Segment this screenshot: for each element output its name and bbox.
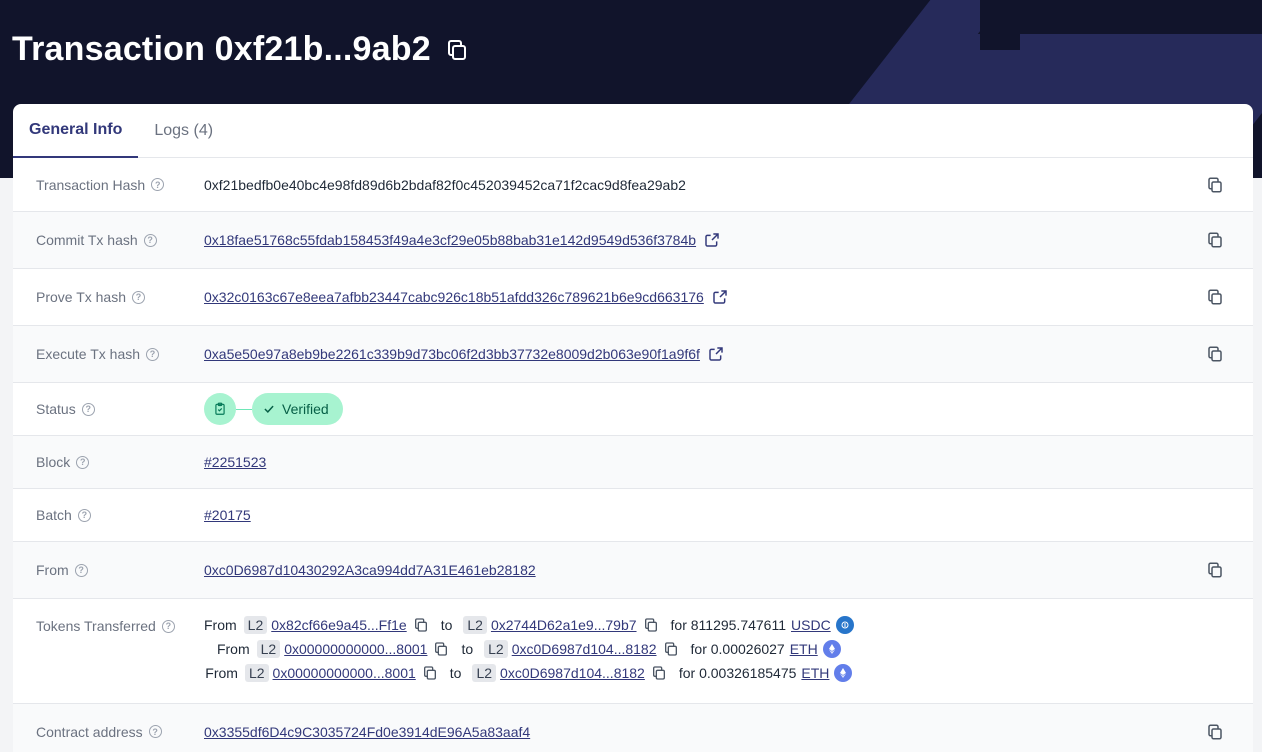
status-badge: Verified <box>252 393 343 425</box>
network-badge: L2 <box>463 616 487 634</box>
tab-general-info[interactable]: General Info <box>13 104 139 158</box>
row-transaction-hash: Transaction Hash ? 0xf21bedfb0e40bc4e98f… <box>13 158 1253 212</box>
status-badge-text: Verified <box>282 401 329 417</box>
to-word: to <box>440 617 453 633</box>
help-circle-icon[interactable]: ? <box>143 233 157 247</box>
block-link[interactable]: #2251523 <box>204 454 266 470</box>
batch-link[interactable]: #20175 <box>204 507 251 523</box>
copy-icon[interactable] <box>445 38 469 62</box>
label-status: Status <box>36 401 76 417</box>
label-from: From <box>36 562 69 578</box>
network-badge: L2 <box>484 640 508 658</box>
network-badge: L2 <box>243 616 268 634</box>
execute-tx-hash-link[interactable]: 0xa5e50e97a8eb9be2261c339b9d73bc06f2d3bb… <box>204 346 700 362</box>
transfer-amount: for 0.00026027 <box>690 641 785 657</box>
row-prove-tx-hash: Prove Tx hash ? 0x32c0163c67e8eea7afbb23… <box>13 269 1253 326</box>
copy-icon[interactable] <box>433 641 449 657</box>
help-circle-icon[interactable]: ? <box>151 178 165 191</box>
tab-bar: General Info Logs (4) <box>13 104 1253 158</box>
copy-icon[interactable] <box>651 665 667 681</box>
network-badge: L2 <box>472 664 497 682</box>
contract-address-link[interactable]: 0x3355df6D4c9C3035724Fd0e3914dE96A5a83aa… <box>204 724 530 740</box>
help-circle-icon[interactable]: ? <box>146 347 160 361</box>
transfer-to-link[interactable]: 0xc0D6987d104...8182 <box>500 665 645 681</box>
clipboard-check-icon <box>204 393 236 425</box>
transaction-card: General Info Logs (4) Transaction Hash ?… <box>13 104 1253 752</box>
transfer-amount: for 811295.747611 <box>670 617 787 633</box>
copy-icon[interactable] <box>1206 176 1224 194</box>
from-word: From <box>204 617 237 633</box>
help-circle-icon[interactable]: ? <box>74 563 88 577</box>
help-circle-icon[interactable]: ? <box>81 402 95 416</box>
row-contract-address: Contract address ? 0x3355df6D4c9C3035724… <box>13 704 1253 752</box>
header-decoration <box>980 0 1020 50</box>
help-circle-icon[interactable]: ? <box>161 619 175 633</box>
to-word: to <box>449 665 462 681</box>
eth-icon <box>834 664 853 682</box>
label-contract-address: Contract address <box>36 723 143 740</box>
external-link-icon[interactable] <box>704 232 720 248</box>
usdc-icon <box>835 616 854 634</box>
copy-icon[interactable] <box>1206 288 1224 306</box>
token-transfer-item: From L2 0x00000000000...8001 to L2 0xc0D… <box>205 663 853 683</box>
token-symbol-link[interactable]: ETH <box>801 665 829 681</box>
transfer-to-link[interactable]: 0x2744D62a1e9...79b7 <box>491 617 637 633</box>
from-address-link[interactable]: 0xc0D6987d10430292A3ca994dd7A31E461eb281… <box>204 562 536 578</box>
copy-icon[interactable] <box>663 641 679 657</box>
copy-icon[interactable] <box>1206 345 1224 363</box>
copy-icon[interactable] <box>1206 723 1224 741</box>
network-badge: L2 <box>244 664 269 682</box>
copy-icon[interactable] <box>422 665 438 681</box>
copy-icon[interactable] <box>643 617 659 633</box>
token-transfer-list: From L2 0x82cf66e9a45...Ff1e to L2 0x274… <box>204 615 854 683</box>
network-badge: L2 <box>256 640 281 658</box>
label-tokens-transferred: Tokens Transferred <box>36 618 156 634</box>
row-execute-tx-hash: Execute Tx hash ? 0xa5e50e97a8eb9be2261c… <box>13 326 1253 383</box>
check-icon <box>264 405 274 413</box>
page-title-bar: Transaction 0xf21b...9ab2 <box>12 30 469 69</box>
help-circle-icon[interactable]: ? <box>132 290 146 304</box>
transfer-from-link[interactable]: 0x00000000000...8001 <box>273 665 416 681</box>
transfer-to-link[interactable]: 0xc0D6987d104...8182 <box>512 641 657 657</box>
commit-tx-hash-link[interactable]: 0x18fae51768c55fdab158453f49a4e3cf29e05b… <box>204 232 696 248</box>
copy-icon[interactable] <box>1206 561 1224 579</box>
from-word: From <box>205 665 238 681</box>
status-connector <box>236 408 252 410</box>
row-block: Block ? #2251523 <box>13 436 1253 489</box>
label-transaction-hash: Transaction Hash <box>36 176 146 193</box>
row-from: From ? 0xc0D6987d10430292A3ca994dd7A31E4… <box>13 542 1253 599</box>
transfer-from-link[interactable]: 0x00000000000...8001 <box>284 641 427 657</box>
copy-icon[interactable] <box>413 617 429 633</box>
transfer-amount: for 0.00326185475 <box>678 665 797 681</box>
row-status: Status ? Verified <box>13 383 1253 436</box>
transfer-from-link[interactable]: 0x82cf66e9a45...Ff1e <box>271 617 406 633</box>
token-symbol-link[interactable]: ETH <box>790 641 818 657</box>
help-circle-icon[interactable]: ? <box>148 725 162 738</box>
token-transfer-item: From L2 0x82cf66e9a45...Ff1e to L2 0x274… <box>204 615 854 635</box>
help-circle-icon[interactable]: ? <box>77 508 91 522</box>
external-link-icon[interactable] <box>712 289 728 305</box>
external-link-icon[interactable] <box>708 346 724 362</box>
label-commit-tx-hash: Commit Tx hash <box>36 232 138 248</box>
row-tokens-transferred: Tokens Transferred ? From L2 0x82cf66e9a… <box>13 599 1253 704</box>
label-batch: Batch <box>36 507 72 523</box>
label-execute-tx-hash: Execute Tx hash <box>36 346 141 362</box>
row-commit-tx-hash: Commit Tx hash ? 0x18fae51768c55fdab1584… <box>13 212 1253 269</box>
eth-icon <box>822 640 841 658</box>
help-circle-icon[interactable]: ? <box>76 455 90 469</box>
from-word: From <box>216 641 250 657</box>
row-batch: Batch ? #20175 <box>13 489 1253 542</box>
tab-logs[interactable]: Logs (4) <box>138 104 229 158</box>
transaction-hash-value: 0xf21bedfb0e40bc4e98fd89d6b2bdaf82f0c452… <box>204 176 686 193</box>
token-transfer-item: From L2 0x00000000000...8001 to L2 0xc0D… <box>217 639 841 659</box>
to-word: to <box>461 641 474 657</box>
token-symbol-link[interactable]: USDC <box>791 617 831 633</box>
label-prove-tx-hash: Prove Tx hash <box>36 289 127 305</box>
label-block: Block <box>36 454 71 470</box>
status-indicator: Verified <box>204 393 343 425</box>
prove-tx-hash-link[interactable]: 0x32c0163c67e8eea7afbb23447cabc926c18b51… <box>204 289 704 305</box>
copy-icon[interactable] <box>1206 231 1224 249</box>
page-title: Transaction 0xf21b...9ab2 <box>12 30 431 68</box>
header-decoration <box>977 0 1262 34</box>
